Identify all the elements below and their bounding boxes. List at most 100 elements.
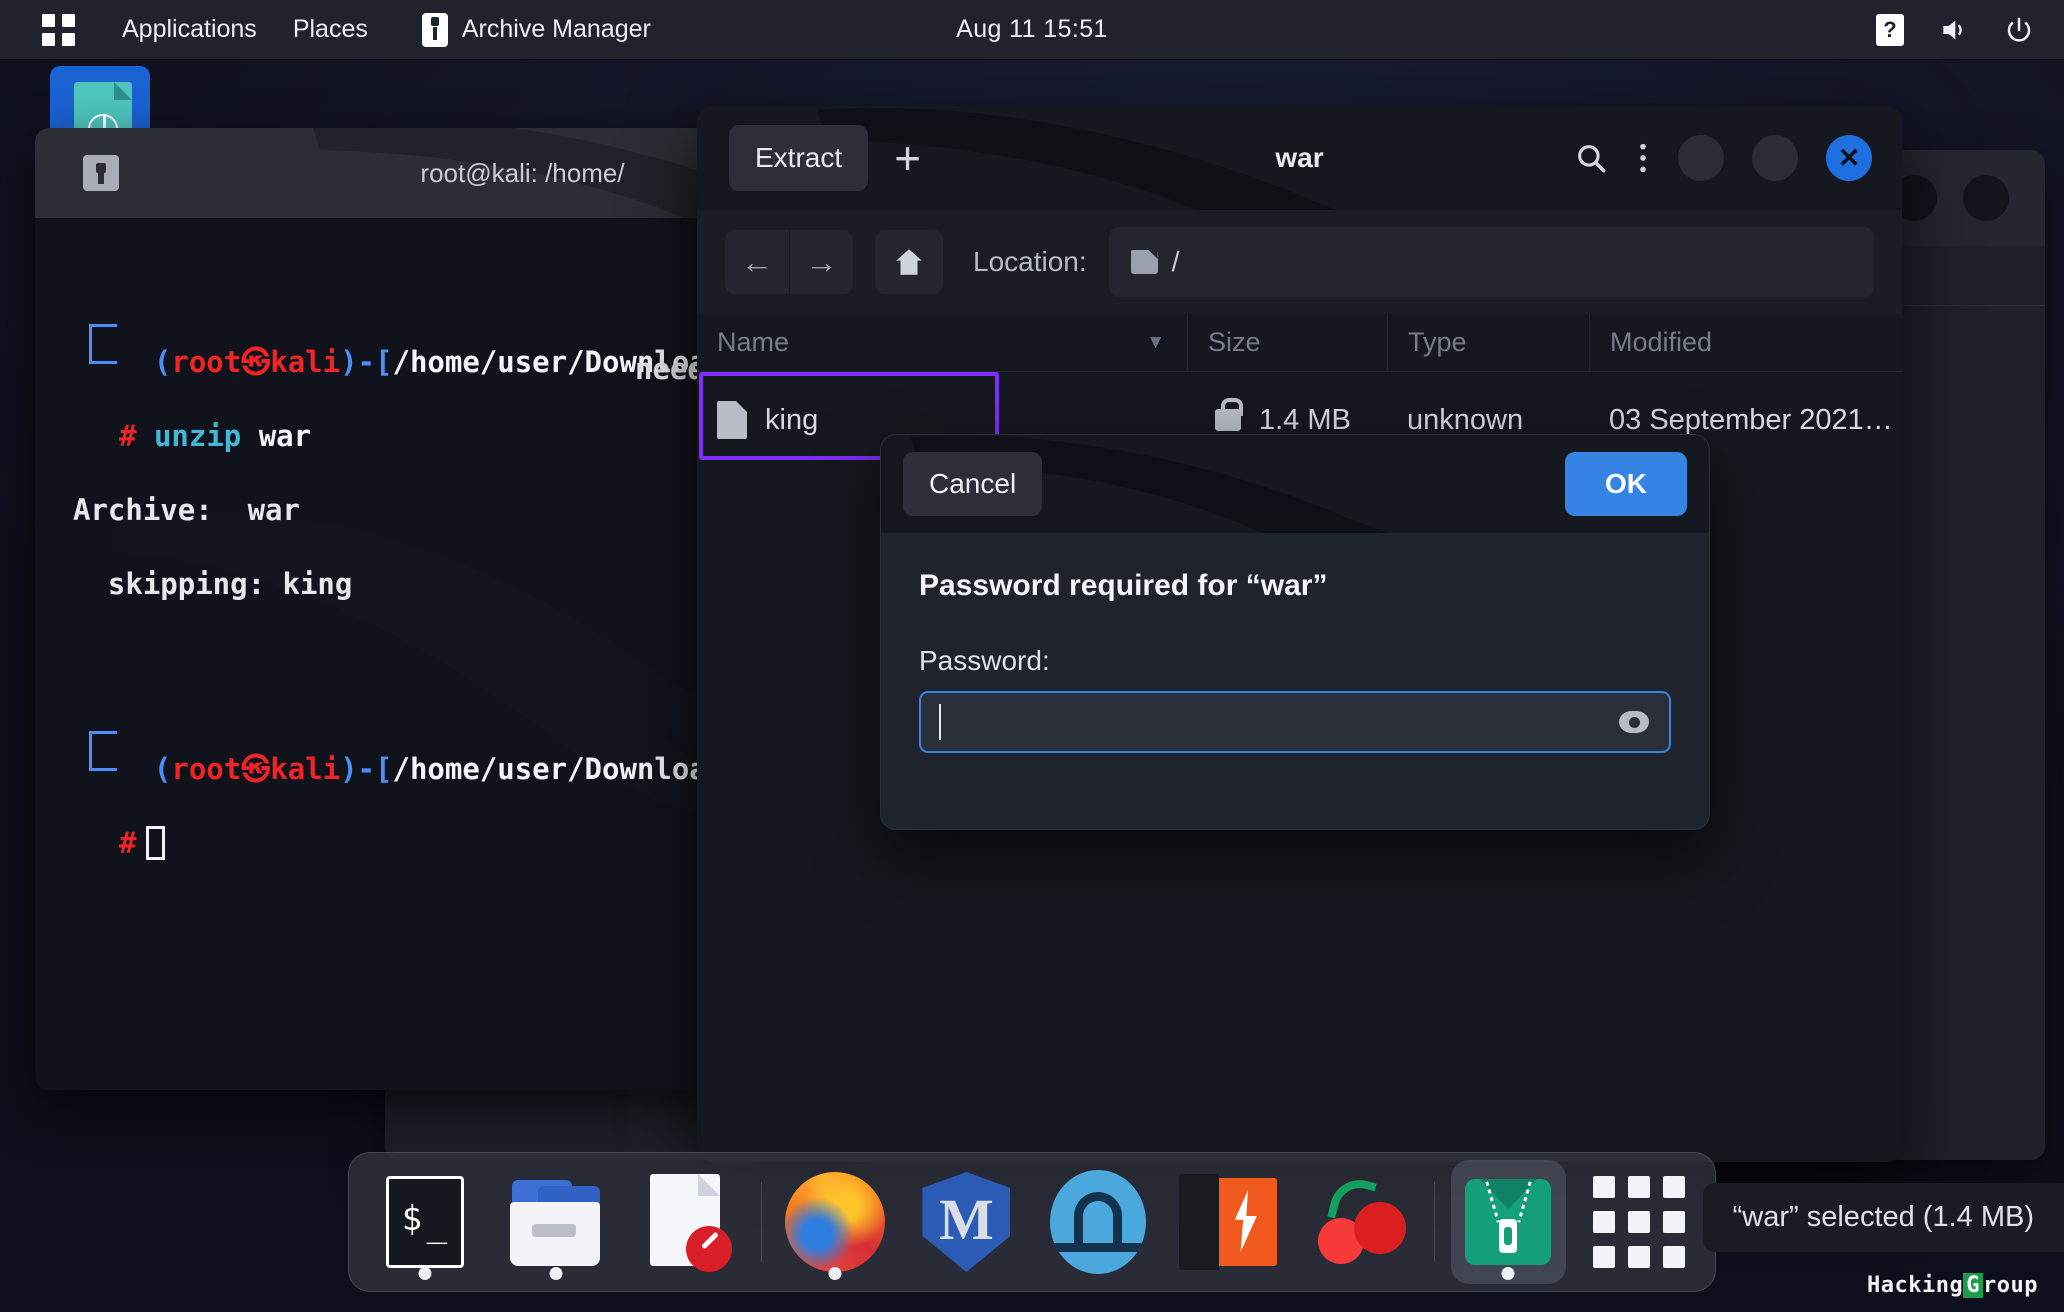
cherrytree-icon [1310, 1173, 1410, 1270]
password-dialog[interactable]: Cancel OK Password required for “war” Pa… [880, 434, 1710, 830]
prompt-path: /home/user/Downloads [392, 752, 742, 786]
file-name: king [765, 403, 819, 436]
desktop-root: Recent Starred Home [0, 0, 2064, 1312]
clock[interactable]: Aug 11 15:51 [956, 15, 1108, 44]
running-indicator [828, 1267, 842, 1280]
archive-header-actions[interactable]: ✕ [1574, 135, 1872, 181]
places-menu[interactable]: Places [275, 15, 386, 44]
top-panel[interactable]: Applications Places Archive Manager Aug … [0, 0, 2064, 60]
password-label: Password: [919, 645, 1050, 676]
dock-item-firefox[interactable] [778, 1160, 893, 1284]
active-app-label: Archive Manager [461, 15, 651, 43]
navigation-group[interactable]: ← → [725, 230, 853, 294]
activities-grid-icon[interactable] [42, 13, 76, 46]
close-button[interactable] [1963, 175, 2009, 221]
dock-item-metasploit[interactable] [909, 1160, 1024, 1284]
cell-size: 1.4 MB [1187, 398, 1387, 437]
password-dialog-header: Cancel OK [881, 435, 1709, 533]
taskbar-dock[interactable] [348, 1152, 1716, 1292]
cancel-button[interactable]: Cancel [903, 452, 1043, 516]
file-type: unknown [1407, 403, 1524, 436]
text-cursor [939, 704, 941, 740]
applications-menu[interactable]: Applications [104, 15, 275, 44]
search-icon[interactable] [1574, 141, 1608, 175]
column-label: Name [717, 327, 790, 357]
location-input[interactable]: / [1108, 227, 1874, 297]
dock-item-show-apps[interactable] [1582, 1160, 1697, 1284]
minimize-button[interactable] [1678, 135, 1724, 181]
system-tray[interactable]: ? [1876, 13, 2034, 46]
grid-apps-icon [1593, 1176, 1686, 1268]
location-value: / [1171, 246, 1180, 277]
cell-modified: 03 September 2021… [1589, 404, 1902, 437]
folder-icon [1130, 250, 1158, 274]
home-icon [896, 249, 922, 275]
active-app-indicator[interactable]: Archive Manager [421, 12, 651, 47]
archive-column-headers[interactable]: Name ▼ Size Type Modified [697, 313, 1902, 372]
location-label: Location: [973, 246, 1087, 277]
column-header-size[interactable]: Size [1187, 313, 1387, 372]
dock-divider [760, 1182, 762, 1262]
running-indicator [549, 1267, 563, 1280]
metasploit-icon [922, 1172, 1011, 1272]
eye-icon[interactable] [1619, 711, 1649, 733]
file-modified: 03 September 2021… [1609, 403, 1893, 436]
dock-item-files[interactable] [498, 1160, 613, 1284]
dock-item-terminal[interactable] [367, 1160, 482, 1284]
password-dialog-body: Password required for “war” Password: [881, 533, 1709, 753]
firefox-icon [785, 1172, 886, 1272]
sort-descending-icon[interactable]: ▼ [1146, 332, 1165, 354]
dock-item-burpsuite[interactable] [1171, 1160, 1286, 1284]
watermark: Hacking Group [1867, 1273, 2038, 1298]
dock-item-cherrytree[interactable] [1302, 1160, 1417, 1284]
text-cursor [146, 826, 166, 860]
power-icon[interactable] [2004, 15, 2034, 45]
file-size: 1.4 MB [1259, 403, 1351, 436]
running-indicator [418, 1267, 432, 1280]
prompt-host: kali [270, 345, 341, 379]
terminal-overflow-text: need [635, 352, 705, 386]
close-button[interactable]: ✕ [1826, 135, 1872, 181]
help-icon[interactable]: ? [1876, 13, 1904, 46]
column-header-type[interactable]: Type [1387, 313, 1589, 372]
prompt-user: root [171, 345, 242, 379]
archive-titlebar[interactable]: Extract + war ✕ [697, 106, 1902, 210]
watermark-part1: Hacking [1867, 1273, 1964, 1298]
forward-button[interactable]: → [789, 230, 853, 294]
back-button[interactable]: ← [725, 230, 789, 294]
dock-item-wireshark[interactable] [1040, 1160, 1155, 1284]
burpsuite-icon [1178, 1174, 1279, 1270]
watermark-part2: roup [1983, 1273, 2038, 1298]
home-button[interactable] [875, 230, 943, 294]
column-label: Modified [1610, 327, 1713, 357]
column-label: Type [1408, 327, 1467, 357]
command-name: unzip [153, 419, 242, 453]
archive-zip-icon [1465, 1179, 1552, 1265]
dialog-title: Password required for “war” [919, 569, 1328, 602]
cell-type: unknown [1387, 404, 1589, 437]
prompt-hash: # [119, 419, 137, 453]
archive-toolbar[interactable]: ← → Location: / [697, 210, 1902, 314]
running-indicator [1501, 1267, 1515, 1280]
ok-button[interactable]: OK [1565, 452, 1687, 516]
kebab-menu-icon[interactable] [1636, 141, 1650, 175]
column-header-name[interactable]: Name ▼ [697, 314, 1187, 372]
archive-manager-icon [421, 12, 448, 47]
password-input[interactable] [919, 691, 1671, 753]
file-icon [717, 401, 747, 439]
speaker-icon[interactable] [1938, 14, 1970, 46]
command-arg: war [258, 419, 312, 453]
column-header-modified[interactable]: Modified [1589, 313, 1902, 372]
document-edit-icon [646, 1174, 733, 1272]
dock-item-archive-manager[interactable] [1450, 1160, 1566, 1284]
lock-icon [1215, 398, 1243, 431]
prompt-host: kali [270, 752, 341, 786]
files-icon [508, 1176, 604, 1268]
maximize-button[interactable] [1752, 135, 1798, 181]
terminal-icon [385, 1176, 464, 1268]
prompt-user: root [171, 752, 242, 786]
watermark-part-g: G [1963, 1273, 1984, 1298]
dock-item-text-editor[interactable] [629, 1160, 744, 1284]
column-label: Size [1208, 327, 1261, 357]
prompt-hash: # [119, 826, 137, 860]
